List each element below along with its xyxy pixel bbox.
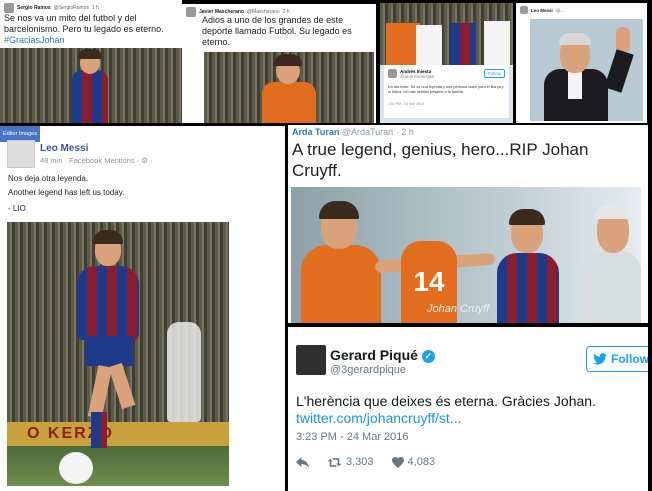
- shirt-number: 14: [413, 266, 445, 297]
- tweet-header: Andrés Iniesta @andresiniesta8: [388, 69, 434, 79]
- retweet-icon: [327, 457, 342, 467]
- player-hair: [93, 230, 123, 244]
- twitter-bird-icon: [593, 353, 607, 365]
- tweet-card-top-right: Leo Messi @...: [516, 3, 647, 123]
- player-fcb-hair: [509, 209, 545, 225]
- tweet-actions: 3,303 4,083: [296, 456, 435, 468]
- player-shirt: [72, 70, 108, 123]
- shirt-collar: [568, 69, 582, 99]
- tweet-photo[interactable]: [530, 19, 643, 121]
- tweet-header: Leo Messi @...: [520, 6, 564, 14]
- tweet-card-pique: Gerard Piqué ✓ @3gerardpique Follow L'he…: [288, 327, 648, 491]
- embedded-tweet-iniesta: Andrés Iniesta @andresiniesta8 Follow Un…: [384, 65, 509, 118]
- tweet-photo[interactable]: [0, 48, 182, 123]
- author-handle[interactable]: @SergioRamos: [54, 5, 89, 11]
- post-meta: 48 min · Facebook Mentions · ⚙: [40, 156, 149, 165]
- follow-button[interactable]: Follow: [586, 346, 648, 372]
- author-name[interactable]: Sergio Ramos: [17, 5, 51, 11]
- author-name[interactable]: Leo Messi: [531, 8, 553, 13]
- tweet-text: Un día triste. Se va una leyenda y una p…: [388, 85, 504, 94]
- tweet-text-line: Se nos va un mito del futbol y del: [4, 13, 137, 23]
- avatar[interactable]: [186, 7, 196, 17]
- retweet-button[interactable]: 3,303: [327, 456, 374, 468]
- tweet-header: Sergio Ramos @SergioRamos 1 h: [4, 3, 99, 13]
- tweet-photo[interactable]: 14 Johan Cruyff: [291, 187, 641, 323]
- avatar[interactable]: [296, 345, 326, 375]
- reply-button[interactable]: [296, 456, 309, 468]
- background-player: [167, 322, 201, 422]
- retweet-count: 3,303: [346, 456, 374, 468]
- author-handle[interactable]: @andresiniesta8: [400, 74, 434, 79]
- older-man-hair: [595, 205, 631, 219]
- person-hair: [559, 33, 591, 45]
- heart-icon: [391, 456, 404, 468]
- tweet-text-line: barcelonismo. Pero tu legado es eterno.: [4, 24, 164, 34]
- stadium-banner: O KERZO: [7, 422, 229, 446]
- post-text-line: Nos deja otra leyenda.: [8, 174, 89, 183]
- like-count: 4,083: [407, 456, 436, 468]
- tweet-header: Arda Turan @ArdaTuran · 2 h: [292, 127, 414, 137]
- tweet-text: Adios a uno de los grandes de este depor…: [202, 15, 352, 48]
- author-name-text: Gerard Piqué: [330, 347, 418, 363]
- football: [59, 452, 93, 484]
- follow-label: Follow: [611, 352, 648, 366]
- player-fcb-shirt: [497, 253, 559, 323]
- raised-arm: [604, 49, 634, 93]
- post-text-line: Another legend has left us today.: [8, 188, 125, 197]
- facebook-post-messi: Editor Images Leo Messi 48 min · Faceboo…: [0, 126, 285, 491]
- tweet-time: 1:51 PM - 24 Mar 2016: [388, 102, 424, 106]
- reply-icon: [296, 456, 309, 468]
- tweet-photo[interactable]: [380, 3, 513, 65]
- tweet-text: A true legend, genius, hero...RIP Johan …: [292, 140, 589, 180]
- tweet-time: 1 h: [92, 5, 99, 11]
- tweet-time: · 2 h: [395, 127, 414, 137]
- author-name[interactable]: Arda Turan: [292, 127, 339, 137]
- post-text-line: - LIO: [8, 204, 26, 213]
- tweet-link[interactable]: twitter.com/johancruyff/st...: [296, 410, 461, 426]
- tweet-text: L'herència que deixes és eterna. Gràcies…: [296, 393, 596, 409]
- tweet-card-mascherano: Javier Mascherano @Mascherano 2 h Adios …: [182, 4, 376, 123]
- tweet-time[interactable]: 3:23 PM - 24 Mar 2016: [296, 431, 409, 443]
- player-orange-hair: [319, 201, 359, 219]
- player-shorts: [85, 336, 133, 366]
- avatar[interactable]: [520, 6, 528, 14]
- like-button[interactable]: 4,083: [391, 456, 436, 468]
- player-shirt: [262, 82, 316, 123]
- tweet-text-line: eterno.: [202, 37, 231, 47]
- tweet-text-line: Adios a uno de los grandes de este: [202, 15, 344, 25]
- player-hair: [78, 49, 102, 59]
- hashtag-link[interactable]: #GraciasJohan: [4, 35, 164, 46]
- author-handle[interactable]: @ArdaTuran: [342, 127, 393, 137]
- player-shirt-left: [386, 23, 420, 65]
- player-leg-right: [108, 362, 136, 410]
- tweet-card-arda: Arda Turan @ArdaTuran · 2 h A true legen…: [288, 125, 648, 323]
- author-name[interactable]: Leo Messi: [40, 143, 88, 154]
- pitch: [7, 446, 229, 486]
- cruyff-tribute-collage: Sergio Ramos @SergioRamos 1 h Se nos va …: [0, 0, 652, 491]
- tweet-card-sergio: Sergio Ramos @SergioRamos 1 h Se nos va …: [0, 0, 182, 123]
- tweet-text-line: deporte llamado Futbol. Su legado es: [202, 26, 352, 36]
- avatar[interactable]: [4, 3, 14, 13]
- verified-badge-icon: ✓: [421, 349, 435, 363]
- player-socks: [91, 412, 107, 448]
- player-shirt-14: [416, 25, 442, 65]
- player-shirt: [77, 266, 139, 340]
- player-shirt-center: [450, 23, 476, 65]
- tweet-text: Se nos va un mito del futbol y del barce…: [4, 13, 164, 46]
- avatar[interactable]: [388, 69, 397, 78]
- player-hair: [274, 54, 302, 66]
- photo-caption: Johan Cruyff: [427, 303, 490, 315]
- player-shirt-right: [484, 21, 510, 65]
- author-name[interactable]: Gerard Piqué ✓: [330, 347, 435, 363]
- player-orange-shirt: [301, 245, 381, 323]
- player-leg-left: [87, 365, 113, 419]
- tweet-photo[interactable]: [204, 52, 374, 123]
- post-photo[interactable]: O KERZO: [7, 222, 229, 486]
- avatar[interactable]: [7, 140, 35, 168]
- author-handle[interactable]: @...: [556, 8, 564, 13]
- author-handle[interactable]: @3gerardpique: [330, 364, 406, 376]
- follow-button[interactable]: Follow: [483, 69, 505, 78]
- older-man-jacket: [583, 251, 641, 323]
